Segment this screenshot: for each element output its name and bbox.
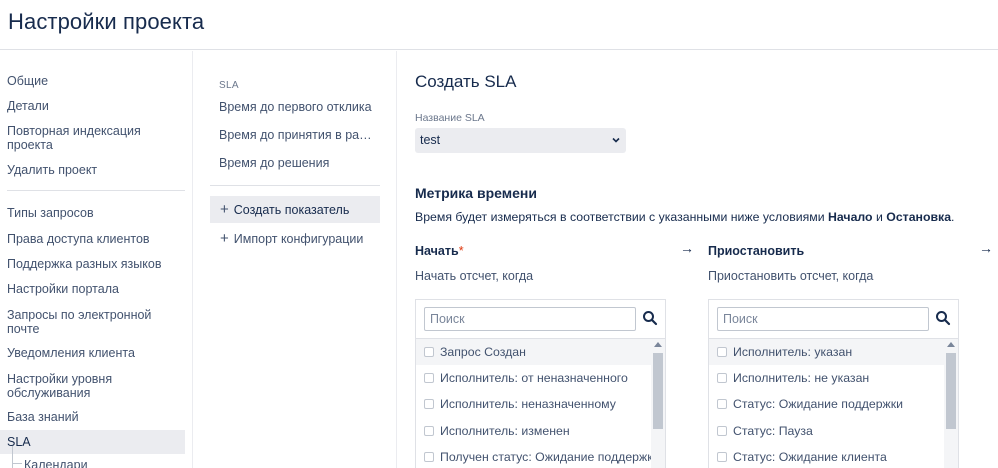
page-title: Настройки проекта	[8, 9, 205, 34]
plus-icon: +	[220, 230, 229, 247]
start-scrollbar[interactable]	[651, 339, 665, 468]
scroll-up-icon[interactable]	[654, 342, 662, 347]
pause-condition-subtitle: Приостановить отсчет, когда	[708, 269, 874, 283]
sla-item-first-response[interactable]: Время до первого отклика	[219, 100, 374, 114]
start-search-input[interactable]: Поиск	[424, 307, 636, 331]
scroll-up-icon[interactable]	[947, 342, 955, 347]
start-option[interactable]: Исполнитель: неназначенному	[416, 391, 651, 417]
pause-search-input[interactable]: Поиск	[717, 307, 929, 331]
checkbox[interactable]	[424, 373, 434, 383]
search-icon[interactable]	[935, 310, 951, 326]
sidebar-item-calendars[interactable]: Календари	[24, 458, 88, 468]
sla-name-select[interactable]: test	[415, 128, 626, 153]
import-config-button[interactable]: + Импорт конфигурации	[210, 225, 380, 252]
sidebar-item-delete-project[interactable]: Удалить проект	[0, 163, 185, 177]
sidebar-item-knowledge-base[interactable]: База знаний	[0, 410, 185, 424]
pause-condition-title: Приостановить	[708, 244, 805, 258]
checkbox[interactable]	[424, 399, 434, 409]
scroll-thumb[interactable]	[946, 353, 956, 429]
checkbox[interactable]	[717, 347, 727, 357]
sidebar-item-sla[interactable]: SLA	[0, 430, 185, 454]
time-metric-title: Метрика времени	[415, 185, 537, 201]
sidebar-item-customer-permissions[interactable]: Права доступа клиентов	[0, 232, 185, 246]
sidebar-tree-branch	[12, 463, 22, 464]
sidebar-item-languages[interactable]: Поддержка разных языков	[0, 257, 185, 271]
sla-name-label: Название SLA	[415, 112, 485, 124]
sidebar-divider	[7, 190, 185, 191]
arrow-right-icon: →	[979, 240, 993, 256]
pause-option[interactable]: Исполнитель: указан	[709, 339, 944, 365]
sla-item-time-to-accept[interactable]: Время до принятия в работу	[219, 128, 374, 142]
start-condition-title: Начать*	[415, 244, 464, 258]
start-condition-subtitle: Начать отсчет, когда	[415, 269, 534, 283]
pause-option[interactable]: Статус: Ожидание поддержки	[709, 391, 944, 417]
search-icon[interactable]	[642, 310, 658, 326]
checkbox[interactable]	[717, 399, 727, 409]
start-option[interactable]: Исполнитель: от неназначенного	[416, 365, 651, 391]
sidebar-item-email-requests[interactable]: Запросы по электронной почте	[0, 308, 160, 336]
sla-list-panel: SLA Время до первого отклика Время до пр…	[194, 51, 397, 468]
sidebar-item-request-types[interactable]: Типы запросов	[0, 206, 185, 220]
scroll-thumb[interactable]	[653, 353, 663, 429]
sidebar-item-portal-settings[interactable]: Настройки портала	[0, 282, 185, 296]
sla-list-heading: SLA	[219, 80, 239, 91]
checkbox[interactable]	[424, 426, 434, 436]
sidebar-item-general[interactable]: Общие	[0, 74, 185, 88]
checkbox[interactable]	[424, 347, 434, 357]
form-title: Создать SLA	[415, 72, 517, 91]
pause-option[interactable]: Исполнитель: не указан	[709, 365, 944, 391]
checkbox[interactable]	[424, 452, 434, 462]
start-option[interactable]: Получен статус: Ожидание поддержки	[416, 444, 651, 468]
create-sla-form: Создать SLA Название SLA test Метрика вр…	[398, 51, 998, 468]
sidebar-tree-line	[12, 446, 13, 468]
chevron-down-icon	[612, 137, 620, 143]
plus-icon: +	[220, 201, 229, 218]
start-option[interactable]: Исполнитель: изменен	[416, 418, 651, 444]
create-metric-label: Создать показатель	[233, 203, 350, 217]
sidebar-item-reindex[interactable]: Повторная индексация проекта	[0, 124, 150, 152]
sla-item-time-to-resolution[interactable]: Время до решения	[219, 156, 374, 170]
arrow-right-icon: →	[680, 240, 694, 256]
checkbox[interactable]	[717, 426, 727, 436]
checkbox[interactable]	[717, 373, 727, 383]
pause-option[interactable]: Статус: Пауза	[709, 418, 944, 444]
sidebar-item-service-level-settings[interactable]: Настройки уровня обслуживания	[0, 372, 130, 400]
pause-option[interactable]: Статус: Ожидание клиента	[709, 444, 944, 468]
create-metric-button[interactable]: + Создать показатель	[210, 196, 380, 223]
start-conditions-list: Поиск Запрос Создан Исполнитель: от нена…	[415, 299, 666, 468]
pause-scrollbar[interactable]	[944, 339, 958, 468]
checkbox[interactable]	[717, 452, 727, 462]
import-config-label: Импорт конфигурации	[233, 232, 364, 246]
sla-list-divider	[210, 185, 380, 186]
pause-conditions-list: Поиск Исполнитель: указан Исполнитель: н…	[708, 299, 959, 468]
sla-name-value: test	[420, 133, 441, 147]
start-option[interactable]: Запрос Создан	[416, 339, 651, 365]
sidebar-item-details[interactable]: Детали	[0, 99, 185, 113]
time-metric-description: Время будет измеряться в соответствии с …	[415, 210, 955, 224]
sidebar: Общие Детали Повторная индексация проект…	[0, 51, 193, 468]
sidebar-item-customer-notifications[interactable]: Уведомления клиента	[0, 346, 185, 360]
page-header: Настройки проекта	[0, 0, 998, 50]
